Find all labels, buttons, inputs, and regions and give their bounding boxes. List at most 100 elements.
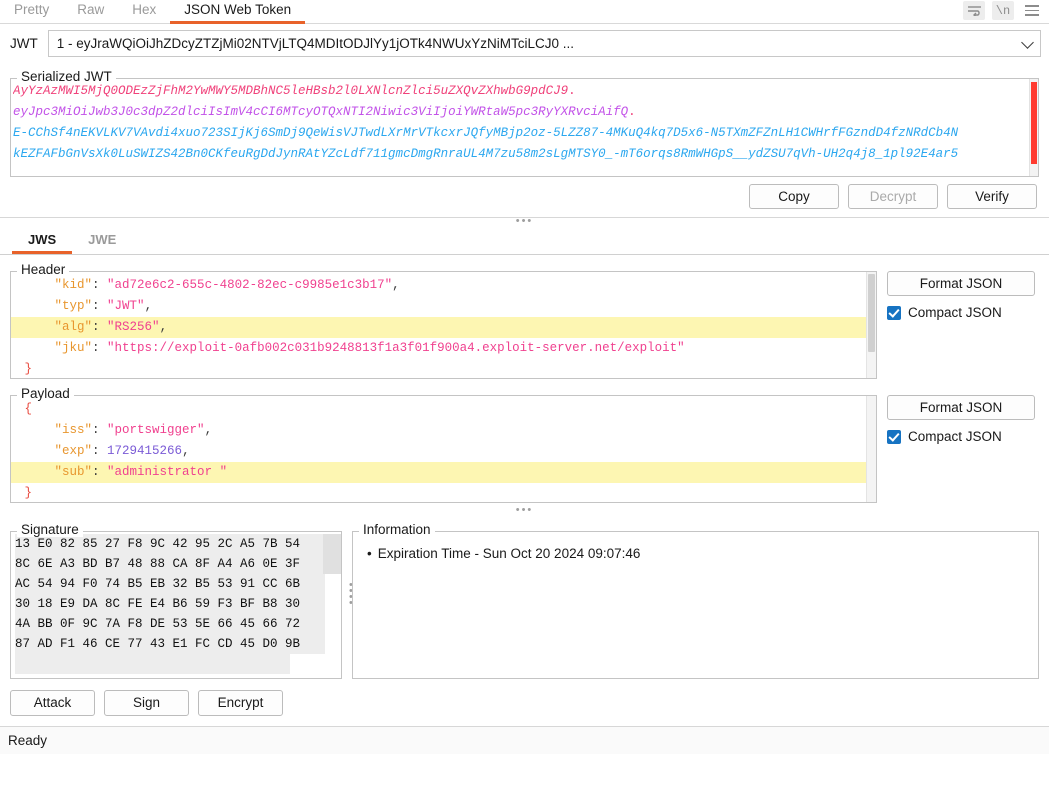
signature-hex-row: 87 AD F1 46 CE 77 43 E1 FC CD 45 D0 9B [15, 634, 325, 654]
bullet-icon: • [367, 546, 372, 561]
copy-button[interactable]: Copy [749, 184, 839, 209]
header-json-key: "alg" [54, 320, 93, 334]
jws-jwe-tabs: JWS JWE [0, 227, 1049, 255]
payload-controls: Format JSON Compact JSON [887, 386, 1039, 503]
header-section: Header "kid": "ad72e6c2-655c-4802-82ec-c… [10, 262, 1039, 379]
payload-json-value: 1729415266 [107, 444, 183, 458]
header-controls: Format JSON Compact JSON [887, 262, 1039, 379]
signature-hex-row: 4A BB 0F 9C 7A F8 DE 53 5E 66 45 66 72 [15, 614, 325, 634]
show-newlines-glyph: \n [995, 3, 1011, 18]
header-json-value: "https://exploit-0afb002c031b9248813f1a3… [107, 341, 685, 355]
payload-compact-json-checkbox[interactable] [887, 429, 901, 444]
payload-scrollbar[interactable] [866, 396, 876, 502]
payload-json-comma: , [182, 444, 190, 458]
header-json-colon: : [92, 320, 108, 334]
header-json-line: "alg": "RS256", [11, 317, 876, 338]
header-json-value: "ad72e6c2-655c-4802-82ec-c9985e1c3b17" [107, 278, 393, 292]
signature-hex-view[interactable]: 13 E0 82 85 27 F8 9C 42 95 2C A5 7B 54 8C… [10, 531, 342, 679]
payload-json-line: "sub": "administrator " [11, 462, 876, 483]
header-compact-json-label: Compact JSON [908, 305, 1002, 320]
signature-legend: Signature [17, 522, 83, 537]
payload-json-colon: : [92, 423, 108, 437]
header-json-line: "kid": "ad72e6c2-655c-4802-82ec-c9985e1c… [11, 275, 876, 296]
header-scrollbar[interactable] [866, 272, 876, 378]
information-panel: • Expiration Time - Sun Oct 20 2024 09:07… [352, 531, 1039, 679]
header-scrollbar-thumb[interactable] [868, 274, 875, 352]
menu-icon[interactable] [1021, 1, 1043, 20]
payload-format-json-button[interactable]: Format JSON [887, 395, 1035, 420]
tab-jws[interactable]: JWS [12, 229, 73, 254]
header-json-colon: : [92, 299, 108, 313]
payload-json-key: "sub" [54, 465, 93, 479]
header-json-comma: , [159, 320, 168, 334]
top-tab-json-web-token[interactable]: JSON Web Token [170, 0, 306, 24]
payload-json-line: "exp": 1729415266, [11, 441, 876, 462]
jwt-action-button-row: Copy Decrypt Verify [0, 177, 1049, 216]
bottom-button-row: Attack Sign Encrypt [0, 679, 1049, 726]
jwt-select-value: 1 - eyJraWQiOiJhZDcyZTZjMi02NTVjLTQ4MDIt… [56, 36, 575, 51]
payload-json-colon: : [92, 444, 108, 458]
signature-hex-row: 8C 6E A3 BD B7 48 88 CA 8F A4 A6 0E 3F [15, 554, 325, 574]
splitter-handle-top[interactable]: ••• [0, 216, 1049, 227]
payload-json-code[interactable]: { "iss": "portswigger", "exp": 172941526… [11, 396, 876, 502]
menu-icon-bars [1025, 5, 1039, 16]
top-tab-pretty[interactable]: Pretty [0, 0, 63, 24]
sign-button[interactable]: Sign [104, 690, 189, 716]
signature-hex-row-blank [15, 654, 290, 674]
payload-json-colon: : [92, 465, 108, 479]
signature-hex-row: 30 18 E9 DA 8C FE E4 B6 59 F3 BF B8 30 [15, 594, 325, 614]
header-json-key: "kid" [54, 278, 93, 292]
splitter-handle-bottom[interactable]: ••• [0, 505, 1049, 516]
payload-editor[interactable]: { "iss": "portswigger", "exp": 172941526… [10, 395, 877, 503]
serialized-dot-2: . [628, 105, 636, 119]
top-tab-raw[interactable]: Raw [63, 0, 118, 24]
header-json-key: "typ" [54, 299, 93, 313]
header-json-code[interactable]: "kid": "ad72e6c2-655c-4802-82ec-c9985e1c… [11, 272, 876, 378]
signature-information-section: Signature 13 E0 82 85 27 F8 9C 42 95 2C … [10, 522, 1039, 679]
payload-json-brace: } [17, 486, 33, 500]
serialized-signature-segment-line1: E-CChSf4nEKVLKV7VAvdi4xuo723SIjKj6SmDj9Q… [13, 126, 959, 140]
word-wrap-icon[interactable] [963, 1, 985, 20]
top-icon-group: \n [963, 1, 1043, 20]
status-bar: Ready [0, 726, 1049, 754]
show-newlines-icon[interactable]: \n [992, 1, 1014, 20]
payload-json-key: "exp" [54, 444, 93, 458]
serialized-header-segment: AyYzAzMWI5MjQ0ODEzZjFhM2YwMWY5MDBhNC5leH… [13, 84, 569, 98]
serialized-jwt-field[interactable]: AyYzAzMWI5MjQ0ODEzZjFhM2YwMWY5MDBhNC5leH… [10, 78, 1039, 177]
serialized-payload-segment: eyJpc3MiOiJwb3J0c3dpZ2dlciIsImV4cCI6MTcy… [13, 105, 629, 119]
tab-jwe[interactable]: JWE [72, 229, 132, 254]
serialized-scroll-marker [1031, 82, 1037, 164]
serialized-dot-1: . [568, 84, 576, 98]
payload-json-brace: { [17, 402, 33, 416]
header-editor[interactable]: "kid": "ad72e6c2-655c-4802-82ec-c9985e1c… [10, 271, 877, 379]
encrypt-button[interactable]: Encrypt [198, 690, 283, 716]
header-json-comma: , [392, 278, 400, 292]
serialized-signature-segment-line2: kEZFAFbGnVsXk0LuSWIZS42Bn0CKfeuRgDdJynRA… [13, 147, 959, 161]
payload-json-line: "iss": "portswigger", [11, 420, 876, 441]
attack-button[interactable]: Attack [10, 690, 95, 716]
serialized-jwt-text[interactable]: AyYzAzMWI5MjQ0ODEzZjFhM2YwMWY5MDBhNC5leH… [13, 79, 1028, 176]
jwt-selector-row: JWT 1 - eyJraWQiOiJhZDcyZTZjMi02NTVjLTQ4… [0, 24, 1049, 63]
header-format-json-button[interactable]: Format JSON [887, 271, 1035, 296]
header-compact-json-checkbox-row[interactable]: Compact JSON [887, 305, 1039, 320]
header-json-colon: : [92, 341, 108, 355]
header-json-line: "jku": "https://exploit-0afb002c031b9248… [11, 338, 876, 359]
payload-json-value: "administrator " [107, 465, 228, 479]
serialized-vertical-scrollbar[interactable] [1029, 79, 1038, 176]
payload-json-value: "portswigger" [107, 423, 205, 437]
jwt-select[interactable]: 1 - eyJraWQiOiJhZDcyZTZjMi02NTVjLTQ4MDIt… [47, 30, 1041, 57]
header-json-key: "jku" [54, 341, 93, 355]
signature-group: Signature 13 E0 82 85 27 F8 9C 42 95 2C … [10, 522, 342, 679]
signature-scrollbar-thumb[interactable] [323, 534, 341, 574]
top-tabs: Pretty Raw Hex JSON Web Token [0, 0, 306, 24]
header-json-line: } [11, 359, 876, 378]
verify-button[interactable]: Verify [947, 184, 1037, 209]
payload-section: Payload { "iss": "portswigger", "exp": 1… [10, 386, 1039, 503]
header-json-comma: , [144, 299, 153, 313]
header-group: Header "kid": "ad72e6c2-655c-4802-82ec-c… [10, 262, 877, 379]
top-tab-hex[interactable]: Hex [118, 0, 170, 24]
payload-compact-json-checkbox-row[interactable]: Compact JSON [887, 429, 1039, 444]
information-item: • Expiration Time - Sun Oct 20 2024 09:07… [367, 546, 1028, 561]
information-item-text: Expiration Time - Sun Oct 20 2024 09:07:… [377, 546, 641, 561]
header-compact-json-checkbox[interactable] [887, 305, 901, 320]
